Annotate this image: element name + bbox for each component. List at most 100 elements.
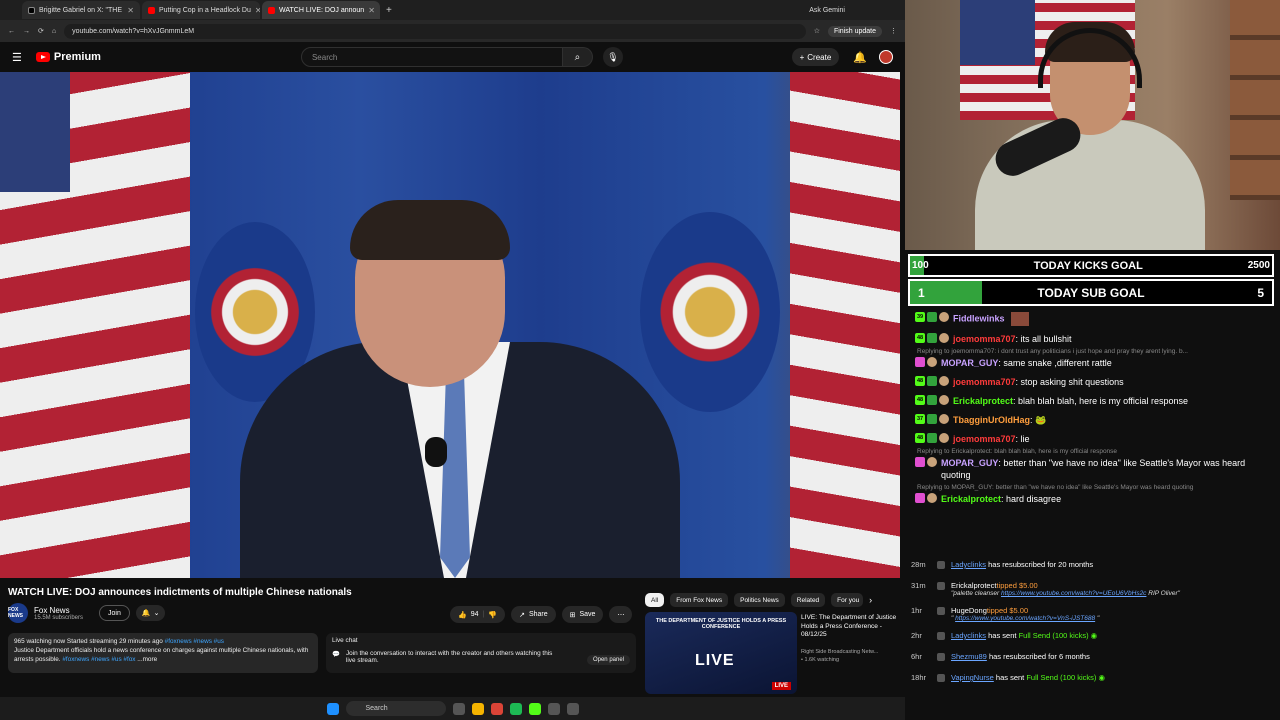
event-time: 31m: [911, 581, 926, 590]
ask-gemini-button[interactable]: Ask Gemini: [809, 7, 845, 14]
search-button[interactable]: ⌕: [562, 47, 593, 67]
menu-icon[interactable]: ⋮: [890, 27, 897, 35]
chat-username[interactable]: joemomma707: [953, 434, 1016, 444]
browser-tab[interactable]: Putting Cop in a Headlock Du ✕: [142, 1, 260, 19]
browser-tab-active[interactable]: WATCH LIVE: DOJ announ ✕: [262, 1, 380, 19]
chat-badges: 48: [915, 433, 949, 443]
event-text: has sent: [993, 673, 1027, 682]
search-icon: ⌕: [574, 51, 581, 63]
event-type-icon: [937, 632, 945, 640]
chat-username[interactable]: joemomma707: [953, 334, 1016, 344]
event-row: 1hr HugeDongtipped $5.00 " https://www.you…: [905, 606, 1280, 622]
chat-username[interactable]: MOPAR_GUY: [941, 358, 998, 368]
avatar[interactable]: [879, 50, 893, 64]
channel-info: Fox News 15.5M subscribers: [34, 606, 83, 621]
hamburger-icon[interactable]: ☰: [12, 51, 22, 64]
chat-username[interactable]: MOPAR_GUY: [941, 458, 998, 468]
taskbar-search[interactable]: Search: [345, 701, 446, 716]
video-player[interactable]: FOX NEWS: [0, 72, 900, 578]
chat-badges: 48: [915, 376, 949, 386]
chip-from-fox-news[interactable]: From Fox News: [670, 593, 729, 607]
like-button[interactable]: 👍 94 | 👎: [450, 606, 506, 623]
home-icon[interactable]: ⌂: [52, 28, 56, 35]
event-username[interactable]: Ladyclinks: [951, 631, 986, 640]
event-username[interactable]: Shezmu89: [951, 652, 987, 661]
channel-avatar[interactable]: FOX NEWS: [8, 603, 28, 623]
event-username[interactable]: HugeDong: [951, 606, 987, 615]
new-tab-icon[interactable]: +: [386, 5, 392, 16]
chip-for-you[interactable]: For you: [831, 593, 864, 607]
recommended-video[interactable]: THE DEPARTMENT OF JUSTICE HOLDS A PRESS …: [645, 612, 900, 694]
user-badge-icon: [927, 457, 937, 467]
search-input[interactable]: Search: [300, 47, 563, 67]
create-button[interactable]: + Create: [791, 48, 840, 66]
youtube-play-icon: [35, 52, 50, 62]
recommended-title[interactable]: LIVE: The Department of Justice Holds a …: [801, 614, 901, 640]
chrome-icon[interactable]: [490, 702, 503, 715]
app-icon[interactable]: [566, 702, 579, 715]
browser-tab-bar: Brigitte Gabriel on X: "THE ✕ Putting Cop…: [0, 0, 905, 20]
event-row: 31m Erickalprotecttipped $5.00 "palette cl…: [905, 581, 1280, 597]
more-link[interactable]: ...more: [137, 656, 157, 663]
chip-all[interactable]: All: [645, 593, 665, 607]
thumbs-up-icon: 👍: [458, 611, 467, 619]
app-icon[interactable]: [547, 702, 560, 715]
url-field[interactable]: youtube.com/watch?v=hXvJGnmmLeM: [64, 23, 806, 39]
close-icon[interactable]: ✕: [255, 6, 260, 15]
back-icon[interactable]: ←: [8, 28, 15, 35]
chat-username[interactable]: joemomma707: [953, 377, 1016, 387]
chip-politics-news[interactable]: Politics News: [734, 593, 785, 607]
chat-text: : its all bullshit: [1015, 334, 1072, 344]
event-type-icon: [937, 653, 945, 661]
finish-update-button[interactable]: Finish update: [827, 25, 882, 37]
chevron-right-icon[interactable]: ›: [869, 595, 872, 605]
join-button[interactable]: Join: [99, 605, 130, 621]
chat-badges: 48: [915, 333, 949, 343]
spotify-icon[interactable]: [509, 702, 522, 715]
event-username[interactable]: VapingNurse: [951, 673, 994, 682]
tip-amount: tipped $5.00: [986, 606, 1029, 615]
chat-message: 48 joemomma707: lie: [915, 433, 1270, 445]
share-button[interactable]: ↗ Share: [511, 606, 556, 623]
chat-username[interactable]: Erickalprotect: [941, 494, 1001, 504]
event-text: has resubscribed for 6 months: [986, 652, 1090, 661]
open-panel-button[interactable]: Open panel: [586, 655, 630, 665]
close-icon[interactable]: ✕: [127, 6, 134, 15]
level-badge: 37: [915, 414, 925, 424]
events-feed: 28m Ladyclinks has resubscribed for 20 mo…: [905, 556, 1280, 720]
tip-link[interactable]: https://www.youtube.com/watch?v=UEoU6VbH…: [1001, 590, 1146, 597]
event-username[interactable]: Erickalprotect: [951, 581, 996, 590]
subscribe-bell-button[interactable]: 🔔 ⌄: [135, 605, 166, 621]
youtube-icon: [148, 6, 155, 14]
live-badge: LIVE: [771, 682, 791, 690]
channel-name[interactable]: Fox News: [34, 606, 83, 615]
subscriber-badge-icon: [927, 414, 937, 424]
chat-username[interactable]: TbagginUrOldHag: [953, 415, 1030, 425]
video-description[interactable]: 965 watching now Started streaming 29 mi…: [8, 633, 318, 673]
save-button[interactable]: ⊞ Save: [561, 606, 604, 623]
event-username[interactable]: Ladyclinks: [951, 560, 986, 569]
thumbs-down-icon[interactable]: 👎: [488, 611, 497, 619]
kick-gift-icon: ◉: [1088, 631, 1098, 640]
tip-link[interactable]: https://www.youtube.com/watch?v=VnS-iJST…: [955, 615, 1095, 622]
chip-related[interactable]: Related: [790, 593, 826, 607]
file-explorer-icon[interactable]: [471, 702, 484, 715]
webcam-feed: [905, 0, 1280, 250]
event-time: 18hr: [911, 673, 927, 682]
forward-icon[interactable]: →: [23, 28, 30, 35]
moderator-badge-icon: [915, 457, 925, 467]
close-icon[interactable]: ✕: [368, 6, 375, 15]
kick-icon[interactable]: [528, 702, 541, 715]
more-actions-button[interactable]: ⋯: [609, 606, 633, 623]
notifications-bell-icon[interactable]: 🔔: [853, 51, 867, 64]
chat-username[interactable]: Erickalprotect: [953, 396, 1013, 406]
task-view-icon[interactable]: [452, 702, 465, 715]
bookmark-icon[interactable]: ☆: [814, 27, 820, 35]
windows-start-icon[interactable]: [326, 702, 339, 715]
video-thumbnail[interactable]: THE DEPARTMENT OF JUSTICE HOLDS A PRESS …: [645, 612, 797, 694]
chat-username[interactable]: Fiddlewinks: [953, 313, 1005, 323]
voice-search-button[interactable]: 🎙: [602, 47, 623, 67]
reload-icon[interactable]: ⟳: [38, 27, 44, 35]
browser-tab[interactable]: Brigitte Gabriel on X: "THE ✕: [22, 1, 140, 19]
youtube-logo[interactable]: Premium: [35, 51, 101, 63]
